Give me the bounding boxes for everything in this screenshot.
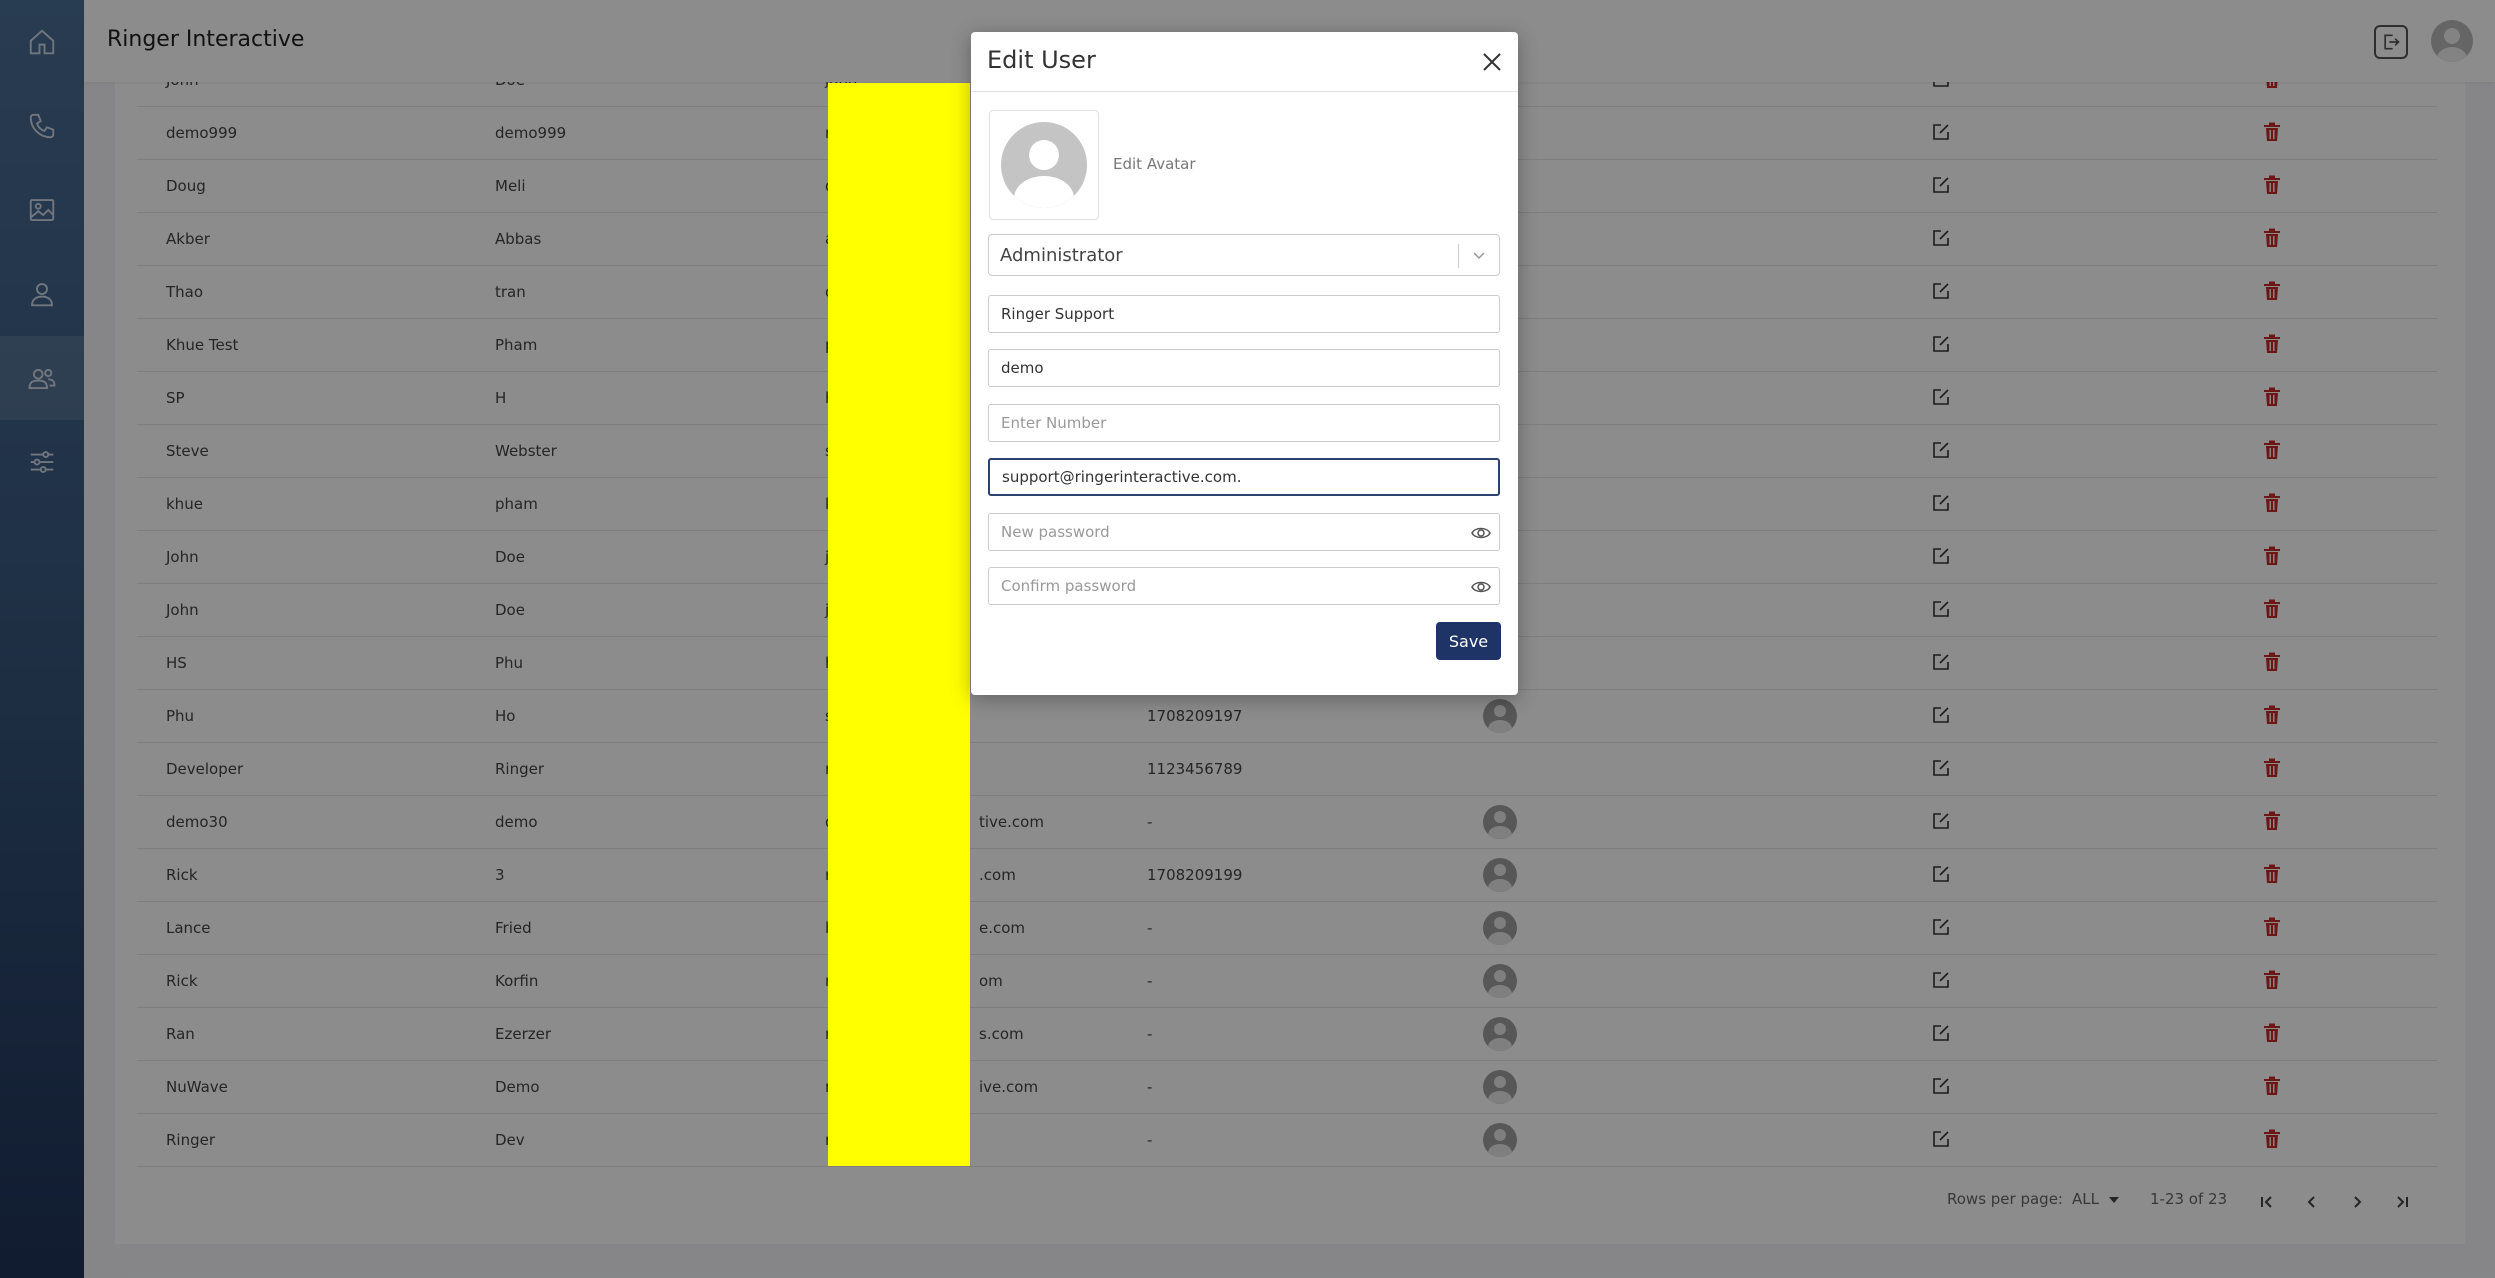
first-name-field[interactable] (988, 295, 1500, 333)
avatar-preview[interactable] (989, 110, 1099, 220)
edit-avatar-link[interactable]: Edit Avatar (1113, 155, 1196, 173)
modal-title: Edit User (987, 46, 1096, 74)
role-select-value: Administrator (1000, 245, 1123, 266)
number-input[interactable] (989, 405, 1499, 441)
avatar (1001, 122, 1087, 208)
role-select[interactable]: Administrator (988, 234, 1500, 276)
first-name-input[interactable] (989, 296, 1499, 332)
confirm-password-field[interactable] (988, 567, 1500, 605)
confirm-password-input[interactable] (989, 568, 1499, 604)
eye-icon[interactable] (1471, 579, 1491, 595)
close-button[interactable] (1478, 48, 1506, 76)
last-name-input[interactable] (989, 350, 1499, 386)
close-icon (1483, 53, 1501, 71)
new-password-input[interactable] (989, 514, 1499, 550)
number-field[interactable] (988, 404, 1500, 442)
email-input[interactable] (990, 460, 1498, 494)
modal-header: Edit User (971, 32, 1518, 92)
new-password-field[interactable] (988, 513, 1500, 551)
last-name-field[interactable] (988, 349, 1500, 387)
redaction-block (828, 83, 970, 1166)
eye-icon[interactable] (1471, 525, 1491, 541)
edit-user-modal: Edit User Edit Avatar Administrator Save (971, 32, 1518, 695)
chevron-down-icon (1473, 252, 1485, 260)
save-button[interactable]: Save (1436, 622, 1501, 660)
email-field[interactable] (988, 458, 1500, 496)
select-separator (1458, 244, 1459, 268)
